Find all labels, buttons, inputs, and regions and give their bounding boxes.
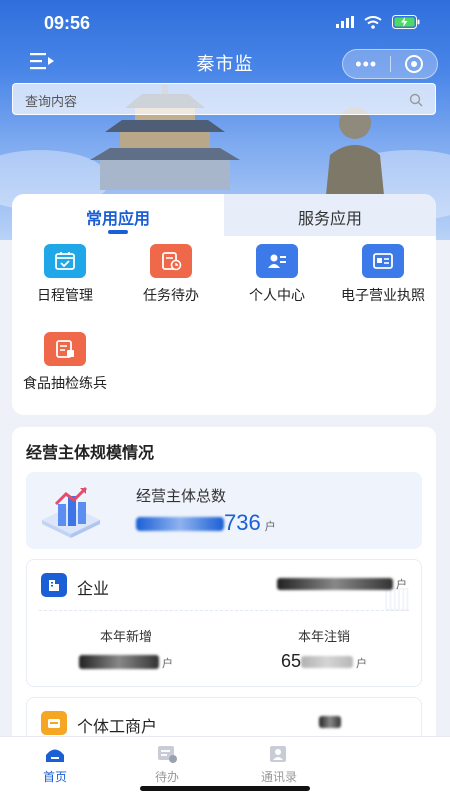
contacts-icon — [267, 743, 291, 765]
miniprogram-capsule: ••• — [342, 49, 438, 79]
enterprise-label: 企业 — [77, 581, 110, 598]
home-indicator — [140, 786, 310, 791]
enterprise-new-this-year: 本年新增 户 — [27, 626, 225, 672]
enterprise-icon — [41, 573, 67, 597]
target-icon[interactable] — [391, 54, 438, 74]
new-value: 户 — [27, 651, 225, 672]
todo-icon — [155, 743, 179, 765]
home-icon — [43, 743, 67, 765]
search-placeholder: 查询内容 — [25, 94, 78, 109]
app-label: 任务待办 — [143, 287, 199, 303]
app-tasks[interactable]: 任务待办 — [118, 244, 224, 304]
app-label: 食品抽检练兵 — [23, 375, 107, 391]
cancel-value-visible: 65 — [280, 651, 302, 671]
bar-stack-illustration — [42, 486, 100, 538]
individual-value — [319, 713, 341, 731]
new-label: 本年新增 — [99, 629, 152, 644]
app-profile[interactable]: 个人中心 — [224, 244, 330, 304]
individual-label: 个体工商户 — [77, 719, 158, 736]
total-entities-box[interactable]: 经营主体总数 736 户 — [26, 472, 422, 549]
redacted-digits — [79, 655, 159, 670]
tab-home[interactable]: 首页 — [0, 743, 110, 785]
screen-glare — [300, 740, 450, 800]
task-clock-icon — [150, 244, 192, 278]
app-label: 电子营业执照 — [341, 287, 425, 303]
tab-label: 待办 — [154, 770, 179, 784]
status-bar: 09:56 — [0, 0, 450, 44]
app-label: 日程管理 — [37, 287, 93, 303]
apps-panel: 常用应用 服务应用 日程管理 任务待办 个人中心 电子营业执照 食品抽检练兵 — [12, 194, 436, 415]
calendar-check-icon — [44, 244, 86, 278]
wifi-icon — [364, 15, 382, 29]
cancel-unit: 户 — [356, 658, 368, 670]
shop-icon — [41, 711, 67, 735]
app-tabs: 常用应用 服务应用 — [12, 194, 436, 236]
redacted-digits — [319, 715, 341, 728]
signal-icon — [336, 16, 354, 28]
status-time: 09:56 — [44, 13, 91, 33]
redacted-digits — [136, 517, 224, 532]
redacted-digits — [301, 656, 354, 669]
redacted-digits — [277, 577, 393, 590]
new-unit: 户 — [162, 658, 173, 670]
search-icon[interactable] — [409, 93, 423, 107]
battery-charging-icon — [392, 15, 420, 29]
enterprise-value: 户 — [277, 575, 407, 593]
enterprise-cancelled-this-year: 本年注销 65 户 — [225, 626, 423, 672]
app-e-license[interactable]: 电子营业执照 — [330, 244, 436, 304]
more-dots-icon[interactable]: ••• — [343, 50, 390, 78]
app-food-inspection[interactable]: 食品抽检练兵 — [12, 332, 118, 392]
tab-service-apps[interactable]: 服务应用 — [224, 205, 436, 229]
enterprise-unit: 户 — [396, 579, 407, 591]
enterprise-box[interactable]: ▥ 企业 户 本年新增 户 本年注销 65 户 — [26, 559, 422, 687]
total-value: 736 户 — [136, 510, 276, 536]
search-input[interactable]: 查询内容 — [12, 83, 436, 115]
tab-label: 首页 — [42, 770, 67, 784]
business-scale-card: 经营主体规模情况 经营主体总数 736 户 ▥ 企业 户 本年新增 户 本年注销… — [12, 427, 436, 747]
active-tab-indicator — [108, 230, 128, 234]
cancel-label: 本年注销 — [297, 629, 350, 644]
app-schedule[interactable]: 日程管理 — [12, 244, 118, 304]
tab-common-apps[interactable]: 常用应用 — [12, 205, 224, 229]
total-value-visible: 736 — [224, 510, 261, 535]
tab-todo[interactable]: 待办 — [112, 743, 222, 785]
food-inspection-icon — [44, 332, 86, 366]
divider — [39, 610, 409, 611]
license-icon — [362, 244, 404, 278]
app-label: 个人中心 — [249, 287, 305, 303]
user-card-icon — [256, 244, 298, 278]
total-label: 经营主体总数 — [136, 488, 227, 505]
section-title: 经营主体规模情况 — [26, 445, 155, 462]
nav-bar: 秦市监 ••• — [0, 44, 450, 80]
total-unit: 户 — [264, 521, 276, 533]
cancel-value: 65 户 — [225, 651, 423, 672]
